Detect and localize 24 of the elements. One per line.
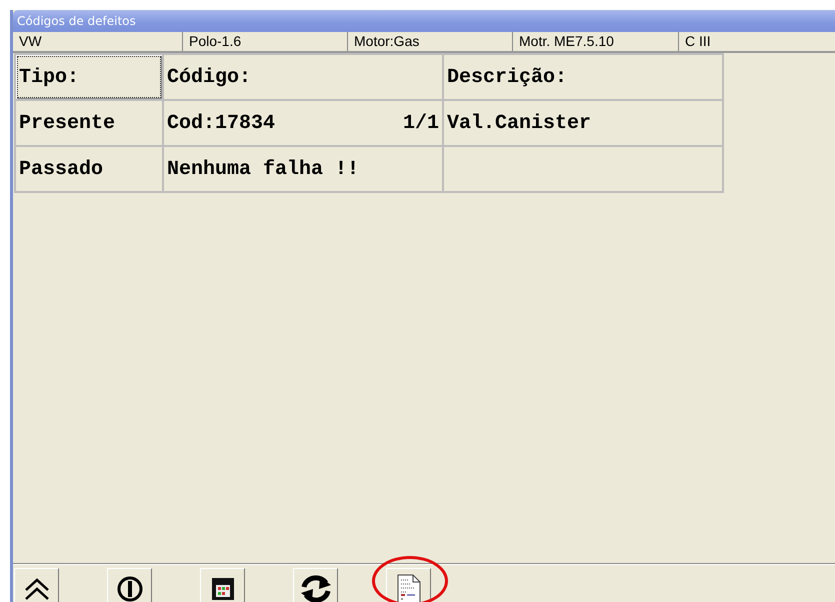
window-title: Códigos de defeitos: [13, 10, 835, 32]
refresh-icon: [298, 573, 332, 602]
double-chevron-up-icon: [22, 577, 50, 601]
table-cell: Descrição:: [444, 55, 722, 99]
toolbar-button[interactable]: [14, 568, 59, 602]
table-cell: Presente: [16, 101, 162, 145]
table-cell: Código:: [164, 55, 442, 99]
info-field: C III: [679, 32, 835, 51]
toolbar-button[interactable]: [293, 568, 338, 602]
toolbar-button[interactable]: [386, 568, 431, 602]
info-field: VW: [13, 32, 183, 51]
info-field: Motor:Gas: [348, 32, 513, 51]
panel-icon: [210, 577, 234, 601]
table-cell: Val.Canister: [444, 101, 722, 145]
toolbar-button[interactable]: [107, 568, 152, 602]
table-cell: Nenhuma falha !!: [164, 147, 442, 191]
power-icon: [116, 575, 144, 602]
table-cell: Cod:17834 1/1: [164, 101, 442, 145]
info-field: Motr. ME7.5.10: [513, 32, 679, 51]
table-cell: Tipo:: [16, 55, 162, 99]
document-icon: [396, 574, 420, 602]
toolbar-button[interactable]: [200, 568, 245, 602]
info-field: Polo-1.6: [183, 32, 348, 51]
table-cell: Passado: [16, 147, 162, 191]
